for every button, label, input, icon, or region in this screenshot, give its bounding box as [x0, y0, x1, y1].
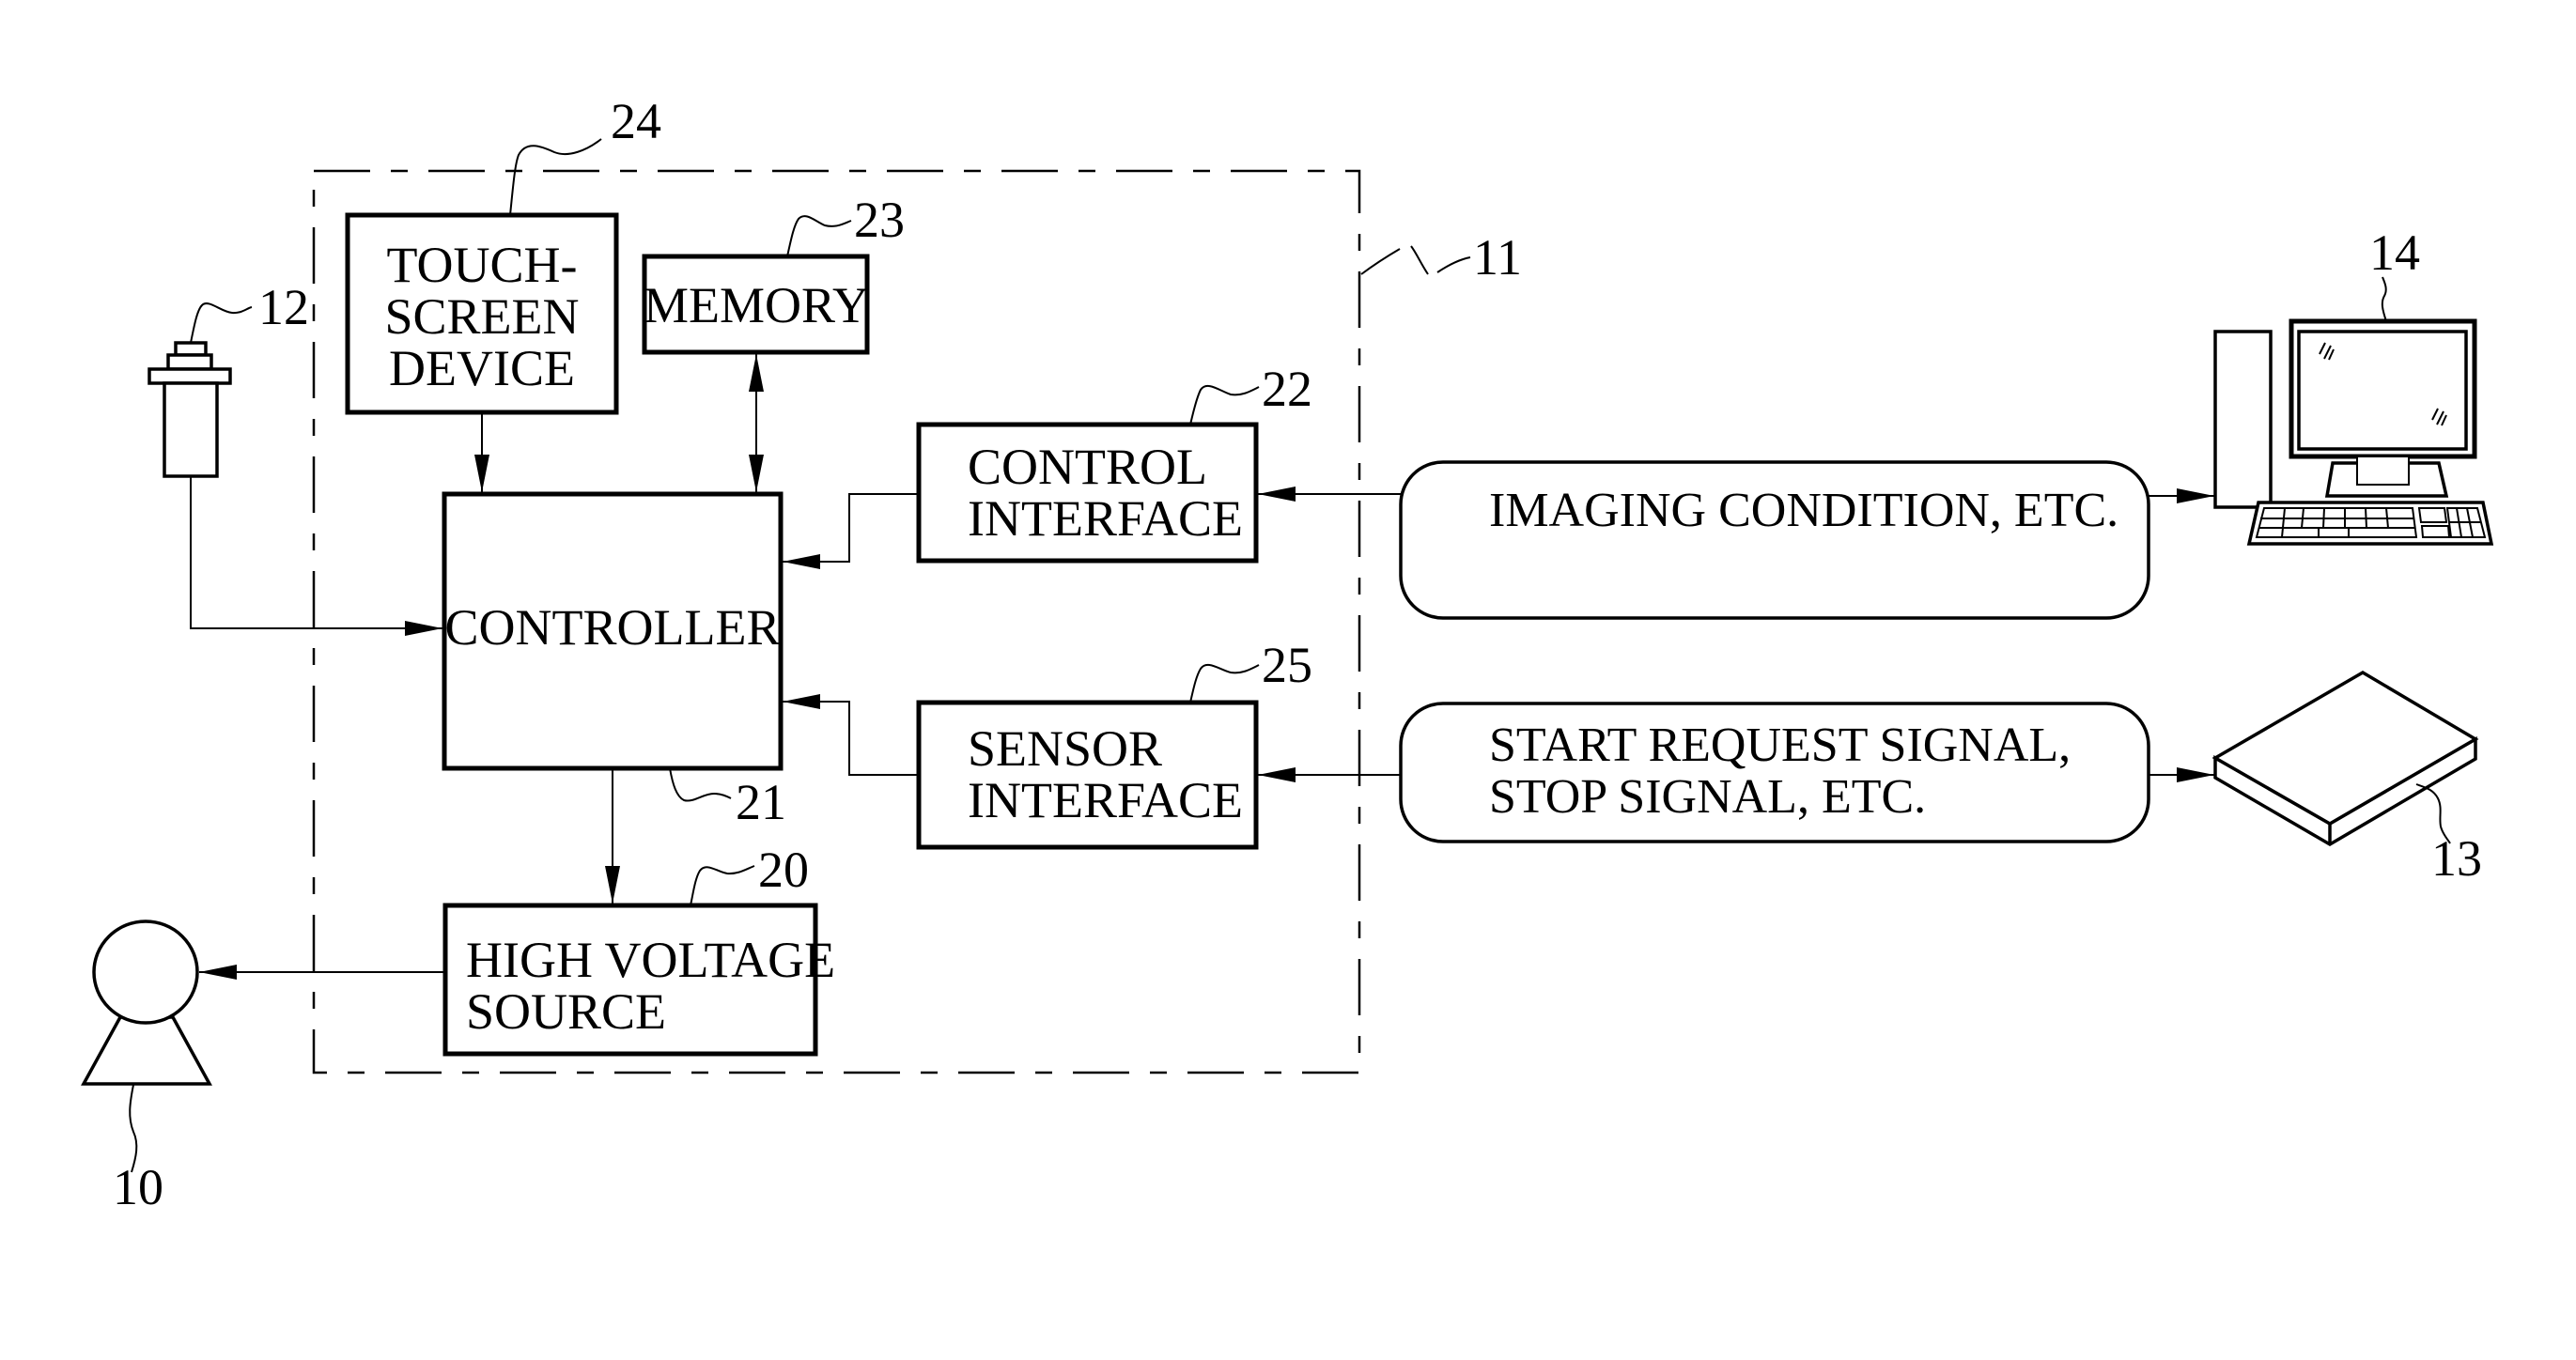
control-interface-label-1: CONTROL [968, 439, 1207, 495]
controller-block: CONTROLLER 21 [442, 491, 786, 830]
sensor-interface-to-controller-arrow [783, 694, 919, 776]
touchscreen-label-1: TOUCH- [386, 237, 577, 293]
imaging-condition-label: IMAGING CONDITION, ETC. [1489, 484, 2118, 537]
ref-11: 11 [1473, 229, 1522, 286]
xray-tube-10-icon: 10 [81, 920, 212, 1215]
block-diagram: 11 TOUCH- SCREEN DEVICE 24 MEMORY 23 CON… [81, 93, 2494, 1215]
ref-12: 12 [258, 279, 309, 335]
controller-label: CONTROLLER [445, 599, 781, 656]
ref-22: 22 [1262, 361, 1312, 417]
touchscreen-label-2: SCREEN [384, 288, 579, 345]
sensor-interface-block: SENSOR INTERFACE 25 [916, 637, 1312, 850]
start-stop-label-2: STOP SIGNAL, ETC. [1489, 770, 1926, 824]
control-interface-to-controller-arrow [783, 493, 919, 569]
start-stop-label-1: START REQUEST SIGNAL, [1489, 719, 2071, 772]
ref-21: 21 [736, 774, 786, 830]
touchscreen-label-3: DEVICE [389, 340, 575, 396]
detector-13-icon: 13 [2211, 670, 2482, 887]
ref-14: 14 [2369, 224, 2420, 281]
imaging-condition-signal: IMAGING CONDITION, ETC. [1399, 460, 2150, 620]
touchscreen-device-block: TOUCH- SCREEN DEVICE 24 [345, 93, 661, 415]
control-interface-block: CONTROL INTERFACE 22 [916, 361, 1312, 564]
hv-source-label-2: SOURCE [466, 983, 666, 1040]
ref-23: 23 [854, 192, 905, 248]
control-interface-label-2: INTERFACE [968, 490, 1243, 547]
ref-13: 13 [2431, 830, 2482, 887]
console-14-icon: 14 [2213, 224, 2494, 546]
ref-25: 25 [1262, 637, 1312, 693]
sensor-12-icon: 12 [147, 279, 309, 478]
sensor-interface-label-2: INTERFACE [968, 772, 1243, 828]
memory-label: MEMORY [644, 277, 869, 333]
ref-10: 10 [113, 1159, 163, 1215]
start-stop-signal: START REQUEST SIGNAL, STOP SIGNAL, ETC. [1399, 702, 2150, 843]
ref-20: 20 [758, 842, 809, 898]
sensor-interface-label-1: SENSOR [968, 720, 1162, 777]
sensor-to-controller-arrow [190, 476, 442, 636]
memory-block: MEMORY 23 [642, 192, 905, 355]
ref-24: 24 [611, 93, 661, 149]
high-voltage-source-block: HIGH VOLTAGE SOURCE 20 [442, 842, 835, 1057]
hv-source-label-1: HIGH VOLTAGE [466, 932, 835, 988]
